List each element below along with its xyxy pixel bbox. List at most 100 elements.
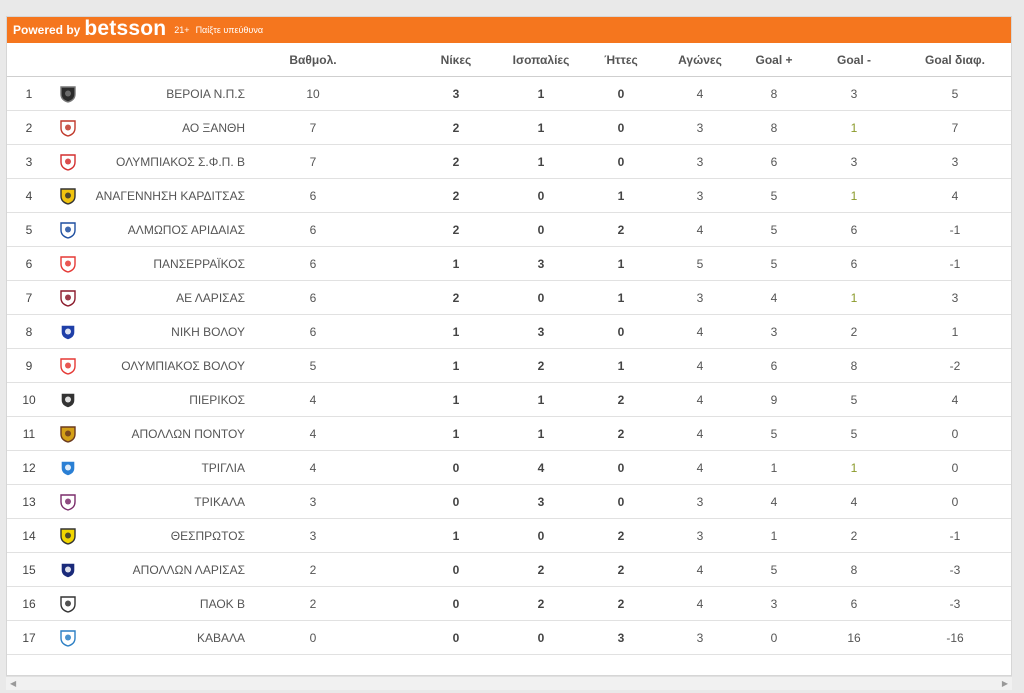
rank-cell: 4 <box>7 178 51 213</box>
points-cell: 4 <box>253 450 373 485</box>
header-played[interactable]: Αγώνες <box>661 43 739 77</box>
standings-body: 1 ΒΕΡΟΙΑ Ν.Π.Σ 10 3 1 0 4 8 3 5 2 ΑΟ ΞΑΝΘΗ 7 2 1 0 3 8 1 7 3… <box>7 76 1011 655</box>
table-row[interactable]: 11 ΑΠΟΛΛΩΝ ΠΟΝΤΟΥ 4 1 1 2 4 5 5 0 <box>7 416 1011 451</box>
team-name-cell[interactable]: ΚΑΒΑΛΑ <box>83 620 253 655</box>
table-row[interactable]: 17 ΚΑΒΑΛΑ 0 0 0 3 3 0 16 -16 <box>7 620 1011 655</box>
table-row[interactable]: 13 ΤΡΙΚΑΛΑ 3 0 3 0 3 4 4 0 <box>7 484 1011 519</box>
goal-difference-cell: -3 <box>899 552 1011 587</box>
losses-cell: 0 <box>581 110 661 145</box>
spacer-cell <box>373 110 411 145</box>
rank-cell: 6 <box>7 246 51 281</box>
header-draws[interactable]: Ισοπαλίες <box>501 43 581 77</box>
header-wins[interactable]: Νίκες <box>411 43 501 77</box>
wins-cell: 1 <box>411 518 501 553</box>
team-name-cell[interactable]: ΑΟ ΞΑΝΘΗ <box>83 110 253 145</box>
goals-for-cell: 5 <box>739 212 809 247</box>
scroll-right-arrow-icon[interactable]: ▶ <box>1002 679 1008 688</box>
goals-against-cell: 1 <box>809 280 899 315</box>
draws-cell: 3 <box>501 484 581 519</box>
table-row[interactable]: 7 ΑΕ ΛΑΡΙΣΑΣ 6 2 0 1 3 4 1 3 <box>7 280 1011 315</box>
header-points[interactable]: Βαθμολ. <box>253 43 373 77</box>
rank-cell: 3 <box>7 144 51 179</box>
team-name-cell[interactable]: ΟΛΥΜΠΙΑΚΟΣ ΒΟΛΟΥ <box>83 348 253 383</box>
losses-cell: 2 <box>581 586 661 621</box>
spacer-cell <box>373 450 411 485</box>
played-cell: 4 <box>661 450 739 485</box>
team-name-cell[interactable]: ΝΙΚΗ ΒΟΛΟΥ <box>83 314 253 349</box>
table-row[interactable]: 15 ΑΠΟΛΛΩΝ ΛΑΡΙΣΑΣ 2 0 2 2 4 5 8 -3 <box>7 552 1011 587</box>
crest-cell <box>51 178 83 213</box>
veroia-crest-icon <box>59 85 76 103</box>
table-row[interactable]: 10 ΠΙΕΡΙΚΟΣ 4 1 1 2 4 9 5 4 <box>7 382 1011 417</box>
team-name-cell[interactable]: ΘΕΣΠΡΩΤΟΣ <box>83 518 253 553</box>
table-row[interactable]: 6 ΠΑΝΣΕΡΡΑΪΚΟΣ 6 1 3 1 5 5 6 -1 <box>7 246 1011 281</box>
table-row[interactable]: 12 ΤΡΙΓΛΙΑ 4 0 4 0 4 1 1 0 <box>7 450 1011 485</box>
team-name-cell[interactable]: ΑΝΑΓΕΝΝΗΣΗ ΚΑΡΔΙΤΣΑΣ <box>83 178 253 213</box>
table-row[interactable]: 14 ΘΕΣΠΡΩΤΟΣ 3 1 0 2 3 1 2 -1 <box>7 518 1011 553</box>
team-name-cell[interactable]: ΤΡΙΓΛΙΑ <box>83 450 253 485</box>
team-name-cell[interactable]: ΑΕ ΛΑΡΙΣΑΣ <box>83 280 253 315</box>
betsson-logo[interactable]: betsson <box>84 18 166 39</box>
paok-b-crest-icon <box>59 595 76 613</box>
played-cell: 4 <box>661 382 739 417</box>
wins-cell: 1 <box>411 246 501 281</box>
goal-difference-cell: 7 <box>899 110 1011 145</box>
goal-difference-cell: -1 <box>899 212 1011 247</box>
scroll-left-arrow-icon[interactable]: ◀ <box>10 679 16 688</box>
goals-against-cell: 5 <box>809 416 899 451</box>
ael-crest-icon <box>59 289 76 307</box>
crest-cell <box>51 586 83 621</box>
crest-cell <box>51 518 83 553</box>
goal-difference-cell: 3 <box>899 144 1011 179</box>
goal-difference-cell: 5 <box>899 76 1011 111</box>
team-name-cell[interactable]: ΟΛΥΜΠΙΑΚΟΣ Σ.Φ.Π. Β <box>83 144 253 179</box>
table-row[interactable]: 2 ΑΟ ΞΑΝΘΗ 7 2 1 0 3 8 1 7 <box>7 110 1011 145</box>
table-row[interactable]: 4 ΑΝΑΓΕΝΝΗΣΗ ΚΑΡΔΙΤΣΑΣ 6 2 0 1 3 5 1 4 <box>7 178 1011 213</box>
goals-for-cell: 8 <box>739 76 809 111</box>
team-name-cell[interactable]: ΠΙΕΡΙΚΟΣ <box>83 382 253 417</box>
team-name-cell[interactable]: ΒΕΡΟΙΑ Ν.Π.Σ <box>83 76 253 111</box>
goals-for-cell: 1 <box>739 450 809 485</box>
table-row[interactable]: 5 ΑΛΜΩΠΟΣ ΑΡΙΔΑΙΑΣ 6 2 0 2 4 5 6 -1 <box>7 212 1011 247</box>
points-cell: 6 <box>253 178 373 213</box>
goal-difference-cell: -1 <box>899 246 1011 281</box>
points-cell: 7 <box>253 110 373 145</box>
team-name-cell[interactable]: ΑΛΜΩΠΟΣ ΑΡΙΔΑΙΑΣ <box>83 212 253 247</box>
spacer-cell <box>373 314 411 349</box>
crest-cell <box>51 144 83 179</box>
table-row[interactable]: 3 ΟΛΥΜΠΙΑΚΟΣ Σ.Φ.Π. Β72103633 <box>7 144 1011 179</box>
header-goals-for[interactable]: Goal + <box>739 43 809 77</box>
spacer-cell <box>373 586 411 621</box>
losses-cell: 0 <box>581 76 661 111</box>
goal-difference-cell: 3 <box>899 280 1011 315</box>
header-losses[interactable]: Ήττες <box>581 43 661 77</box>
draws-cell: 0 <box>501 518 581 553</box>
horizontal-scrollbar[interactable]: ◀ ▶ <box>6 676 1012 690</box>
table-row[interactable]: 1 ΒΕΡΟΙΑ Ν.Π.Σ 10 3 1 0 4 8 3 5 <box>7 76 1011 111</box>
played-cell: 4 <box>661 212 739 247</box>
wins-cell: 0 <box>411 450 501 485</box>
draws-cell: 0 <box>501 178 581 213</box>
draws-cell: 0 <box>501 212 581 247</box>
rank-cell: 17 <box>7 620 51 655</box>
pierikos-crest-icon <box>59 391 76 409</box>
header-spacer <box>373 43 411 77</box>
team-name-cell[interactable]: ΑΠΟΛΛΩΝ ΛΑΡΙΣΑΣ <box>83 552 253 587</box>
team-name-cell[interactable]: ΠΑΝΣΕΡΡΑΪΚΟΣ <box>83 246 253 281</box>
crest-cell <box>51 246 83 281</box>
goal-difference-cell: -16 <box>899 620 1011 655</box>
table-row[interactable]: 9 ΟΛΥΜΠΙΑΚΟΣ ΒΟΛΟΥ 5 1 2 1 4 6 8 -2 <box>7 348 1011 383</box>
points-cell: 4 <box>253 382 373 417</box>
table-row[interactable]: 8 ΝΙΚΗ ΒΟΛΟΥ 6 1 3 0 4 3 2 1 <box>7 314 1011 349</box>
table-row[interactable]: 16 ΠΑΟΚ Β 2 0 2 2 4 3 6 -3 <box>7 586 1011 621</box>
team-name-cell[interactable]: ΠΑΟΚ Β <box>83 586 253 621</box>
team-name-cell[interactable]: ΤΡΙΚΑΛΑ <box>83 484 253 519</box>
standings-widget: Powered by betsson 21+ Παίξτε υπεύθυνα Β… <box>6 16 1012 676</box>
header-goals-against[interactable]: Goal - <box>809 43 899 77</box>
losses-cell: 0 <box>581 450 661 485</box>
team-name-cell[interactable]: ΑΠΟΛΛΩΝ ΠΟΝΤΟΥ <box>83 416 253 451</box>
sponsor-banner[interactable]: Powered by betsson 21+ Παίξτε υπεύθυνα <box>7 17 1011 43</box>
spacer-cell <box>373 144 411 179</box>
header-goal-difference[interactable]: Goal διαφ. <box>899 43 1011 77</box>
points-cell: 2 <box>253 586 373 621</box>
